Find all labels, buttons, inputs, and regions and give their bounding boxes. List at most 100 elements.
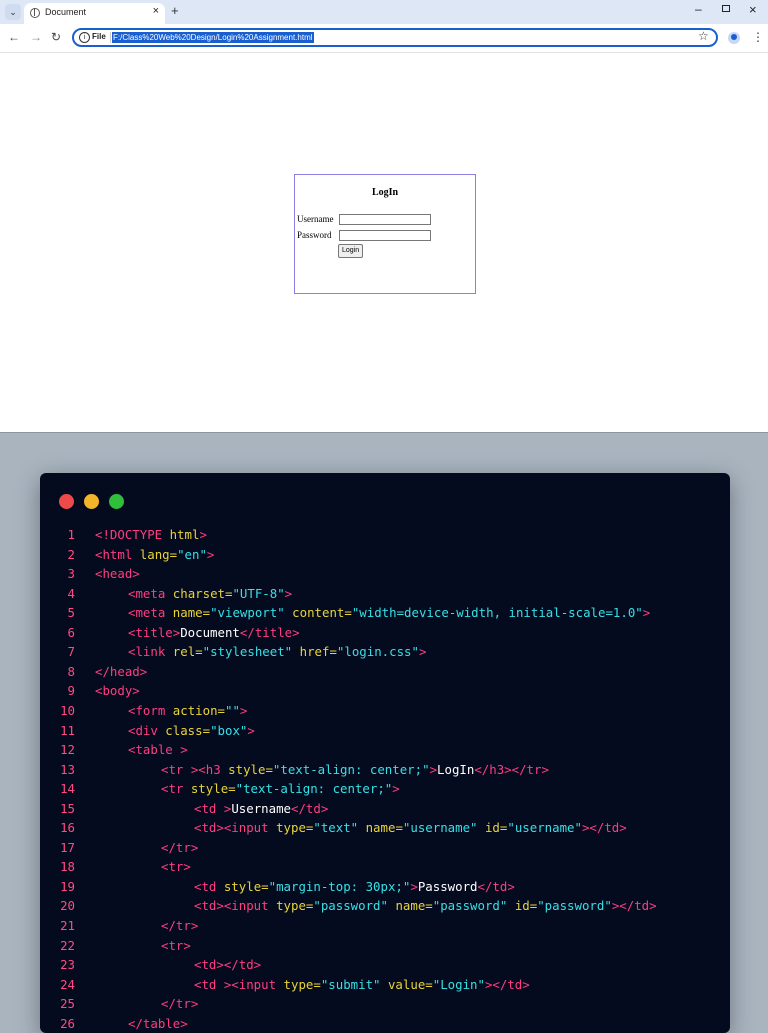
tab-title: Document [45, 7, 87, 17]
code-token: </title> [239, 624, 300, 640]
code-token: id= [477, 820, 508, 836]
line-number: 2 [67, 546, 75, 562]
minimize-icon[interactable]: – [695, 2, 702, 16]
code-text: <tr> [161, 936, 191, 955]
code-token: <meta [128, 585, 166, 601]
code-token: "margin-top: 30px;" [268, 878, 411, 894]
code-text: </tr> [161, 994, 198, 1013]
code-text: <!DOCTYPE html> [95, 525, 207, 544]
username-label: Username [297, 214, 334, 224]
profile-icon[interactable] [728, 32, 740, 44]
code-token: charset= [165, 585, 233, 601]
kebab-icon[interactable]: ⋮ [752, 30, 764, 44]
code-token: <td><input [194, 898, 269, 914]
code-token: </td> [477, 878, 515, 894]
address-bar[interactable]: i File F:/Class%20Web%20Design/Login%20A… [72, 28, 718, 47]
line-number: 19 [60, 878, 75, 894]
chevron-down-icon[interactable]: ⌄ [5, 4, 21, 20]
plus-icon[interactable]: + [171, 3, 179, 18]
line-number: 12 [60, 742, 75, 758]
code-token: <div [128, 722, 158, 738]
code-text: <div class="box"> [128, 721, 255, 740]
star-icon[interactable]: ☆ [698, 29, 709, 43]
line-number: 9 [67, 683, 75, 699]
code-token: name= [387, 898, 433, 914]
code-text: <meta name="viewport" content="width=dev… [128, 603, 650, 622]
arrow-right-icon[interactable]: → [30, 30, 42, 44]
line-number: 20 [60, 898, 75, 914]
close-icon[interactable]: × [153, 5, 159, 17]
code-token: style= [220, 761, 273, 777]
code-text: <td><input type="text" name="username" i… [194, 818, 627, 837]
code-token: "" [225, 702, 240, 718]
code-text: <td><input type="password" name="passwor… [194, 896, 657, 915]
line-number: 13 [60, 761, 75, 777]
code-token: type= [268, 898, 314, 914]
code-text: <html lang="en"> [95, 545, 214, 564]
arrow-left-icon[interactable]: ← [8, 30, 20, 44]
line-number: 24 [60, 976, 75, 992]
url-text[interactable]: F:/Class%20Web%20Design/Login%20Assignme… [112, 32, 314, 43]
code-text: <title>Document</title> [128, 623, 300, 642]
code-text: <td></td> [194, 955, 261, 974]
code-token: </tr> [161, 918, 199, 933]
maximize-icon[interactable] [722, 5, 730, 12]
code-token: <link [128, 644, 166, 660]
code-token: type= [268, 820, 314, 836]
line-number: 14 [60, 781, 75, 797]
code-token: > [392, 781, 400, 797]
code-token: > [199, 527, 207, 542]
code-token: html [162, 527, 200, 542]
code-token: ></td> [484, 976, 530, 992]
code-token: </table> [128, 1015, 188, 1031]
code-token: > [642, 605, 651, 621]
code-window: 1 <!DOCTYPE html> 2 <html lang="en"> 3 <head>… [40, 473, 730, 1033]
code-token: rel= [165, 644, 203, 660]
line-number: 23 [60, 957, 75, 973]
login-button[interactable]: Login [338, 244, 364, 258]
reload-icon[interactable]: ↻ [51, 30, 61, 44]
password-input[interactable] [339, 230, 431, 241]
code-token: <tr> [161, 937, 191, 953]
code-token: "password" [313, 898, 388, 914]
globe-icon [30, 8, 40, 18]
line-number: 18 [60, 859, 75, 875]
code-text: <link rel="stylesheet" href="login.css"> [128, 642, 426, 661]
code-token: <head> [95, 566, 140, 582]
code-token: style= [183, 781, 236, 797]
close-dot-icon [59, 494, 74, 509]
username-input[interactable] [339, 214, 431, 225]
browser-toolbar: ← → ↻ i File F:/Class%20Web%20Design/Log… [0, 24, 768, 53]
code-token: </tr> [161, 996, 199, 1012]
code-token: Document [180, 624, 240, 640]
browser-window: ⌄ Document × + – × ← → ↻ i File F:/Class… [0, 0, 768, 433]
code-token: <td><input [194, 820, 269, 836]
line-number: 4 [67, 585, 75, 601]
line-number: 6 [67, 624, 75, 640]
code-token: "password" [537, 898, 612, 914]
window-close-icon[interactable]: × [749, 2, 757, 17]
password-row: Password [297, 230, 338, 240]
line-number: 11 [60, 722, 75, 738]
code-text: <tr> [161, 857, 191, 876]
tab-document[interactable]: Document × [24, 3, 165, 24]
code-token: "text-align: center;" [235, 781, 393, 797]
code-text: <body> [95, 681, 140, 700]
code-token: "password" [432, 898, 508, 914]
code-token: <td></td> [194, 957, 262, 973]
login-heading: LogIn [371, 187, 399, 198]
info-icon[interactable]: i [79, 32, 90, 43]
code-token: <tr> [161, 859, 191, 875]
code-token: class= [157, 722, 211, 738]
code-token: <meta [128, 605, 166, 621]
code-token: > [284, 585, 293, 601]
code-token: content= [284, 605, 352, 621]
code-text: <td style="margin-top: 30px;">Password</… [194, 877, 515, 896]
line-number: 22 [60, 937, 75, 953]
code-text: <td ><input type="submit" value="Login">… [194, 975, 530, 994]
line-number: 5 [67, 605, 75, 621]
code-token: </tr> [161, 839, 199, 855]
line-number: 7 [67, 644, 75, 660]
code-token: <!DOCTYPE [95, 527, 163, 542]
code-text: </head> [95, 662, 147, 681]
